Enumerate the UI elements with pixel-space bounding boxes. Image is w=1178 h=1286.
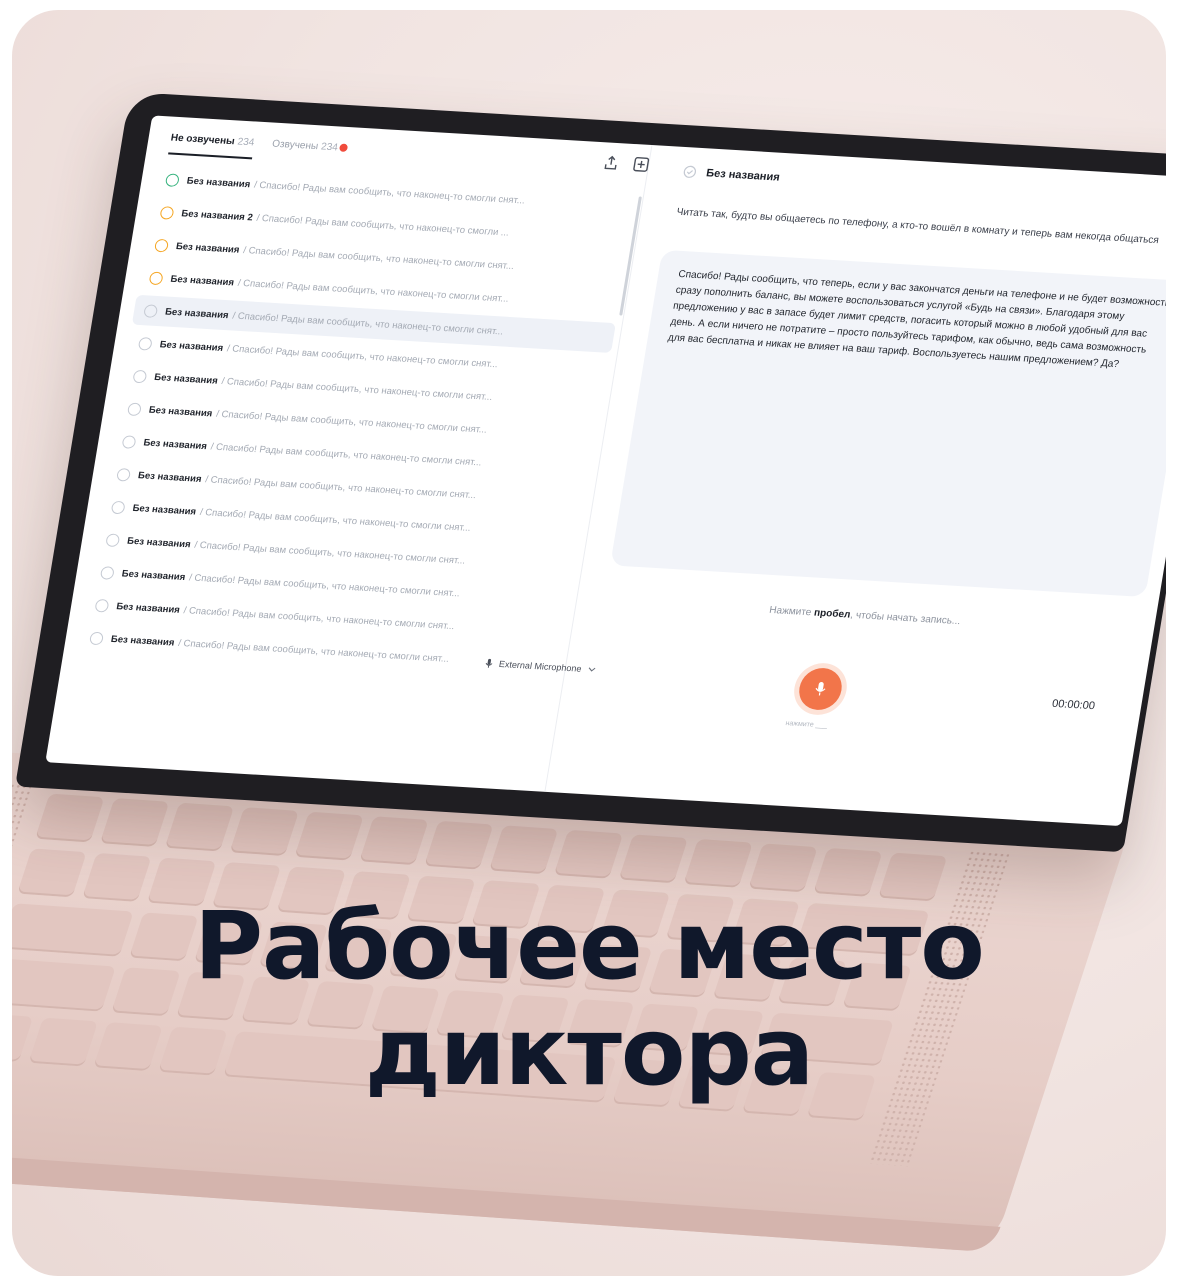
list-item-preview: / Спасибо! Рады вам сообщить, что наконе… [188,571,461,599]
list-item-preview: / Спасибо! Рады вам сообщить, что наконе… [199,506,472,534]
record-button-caption: нажмите ___ [784,720,828,730]
record-button[interactable] [796,666,845,712]
list-item-title: Без названия [186,175,252,190]
list-item-title: Без названия [131,502,197,518]
clock-icon [148,271,164,285]
clock-icon [154,238,170,252]
keyboard-key [229,807,300,857]
list-item-preview: / Спасибо! Рады вам сообщить, что наконе… [242,244,515,272]
check-circle-icon [164,172,180,187]
list-item-title: Без названия [164,306,230,321]
status-circle-icon [89,631,105,645]
list-item-preview: / Спасибо! Рады вам сообщить, что наконе… [193,539,467,567]
list-item-title: Без названия [137,469,203,485]
status-check-icon [683,165,697,178]
tab-label: Не озвучены [169,132,236,148]
keyboard-key [813,847,883,897]
keyboard-key [17,848,87,898]
list-item-title: Без названия [158,338,225,354]
headline-line-1: Рабочее место [194,892,985,1001]
tab-count: 234 [236,136,256,149]
keyboard-key [618,834,689,884]
keyboard-key [488,825,559,875]
status-circle-icon [126,401,143,416]
laptop-base-edge [12,1145,1001,1253]
list-item-preview: / Спасибо! Рады вам сообщить, что наконе… [215,408,488,436]
tab-not-voiced[interactable]: Не озвучены234 [168,132,256,160]
list-item-preview: / Спасибо! Рады вам сообщить, что наконе… [231,310,505,338]
status-circle-icon [110,500,126,514]
tab-voiced[interactable]: Озвучены234 [269,138,349,165]
list-item-title: Без названия [153,371,219,387]
status-circle-icon [105,532,121,547]
list-item-preview: / Спасибо! Рады вам сообщить, что наконе… [177,637,450,665]
tab-count: 234 [320,141,339,154]
list-item-preview: / Спасибо! Рады вам сообщить, что наконе… [182,604,456,632]
keyboard-key [683,838,753,888]
hint-text: Нажмите [768,604,813,619]
microphone-icon [815,682,826,696]
status-circle-icon [132,369,148,383]
document-header: Без названия [682,165,781,184]
status-circle-icon [137,336,153,351]
promo-background: Не озвучены234 Озвучены234 Без названия … [12,10,1166,1276]
script-text: Спасибо! Рады сообщить, что теперь, если… [667,268,1166,371]
document-title: Без названия [705,166,781,184]
status-circle-icon [116,467,132,482]
headline-line-2: диктора [364,998,814,1107]
keyboard-key [99,798,170,847]
list-item-title: Без названия [169,273,235,288]
list-item-preview: / Спасибо! Рады вам сообщить, что наконе… [204,473,477,501]
list-item-title: Без названия [142,436,208,452]
list-toolbar [602,154,651,173]
keyboard-key [424,820,494,870]
status-circle-icon [121,434,137,449]
list-item-title: Без названия [175,240,241,256]
keyboard-key [35,793,105,843]
microphone-icon [485,658,493,668]
list-item-preview: / Спасибо! Рады вам сообщить, что наконе… [220,375,494,403]
status-circle-icon [99,565,115,580]
hint-text-end: , чтобы начать запись... [849,609,962,628]
upload-icon[interactable] [602,154,621,171]
tabs: Не озвучены234 Озвучены234 [168,132,349,165]
list-item-preview: / Спасибо! Рады вам сообщить, что наконе… [253,179,526,207]
keyboard-key [164,802,235,852]
list-item-preview: / Спасибо! Рады вам сообщить, что наконе… [237,277,510,305]
chevron-down-icon [588,667,595,672]
keyboard-key [359,816,429,866]
status-circle-icon [94,598,110,613]
list-item-title: Без названия [148,404,214,419]
list-item-title: Без названия [115,600,181,616]
hint-key: пробел [813,607,852,621]
recording-timer: 00:00:00 [1051,697,1096,713]
list-item-title: Без названия [110,633,176,649]
alert-badge-icon [339,143,349,152]
record-hint: Нажмите пробел, чтобы начать запись... [575,593,1154,638]
list-item-title: Без названия [126,535,192,550]
list-item-preview: / Спасибо! Рады вам сообщить, что наконе… [226,342,499,370]
status-circle-icon [143,303,159,318]
list-item-preview: / Спасибо! Рады вам сообщить, что наконе… [209,440,483,468]
keyboard-key [748,843,818,893]
laptop-lid: Не озвучены234 Озвучены234 Без названия … [15,92,1166,853]
list-item-title: Без названия [120,567,187,583]
list-item-title: Без названия 2 [180,207,254,223]
recordings-list: Без названия / Спасибо! Рады вам сообщить… [77,164,637,684]
reading-instruction: Читать так, будто вы общаетесь по телефо… [675,206,1160,247]
keyboard-key [553,829,624,879]
keyboard-key [294,811,364,861]
promo-headline: Рабочее место диктора [12,894,1166,1106]
clock-icon [159,205,175,220]
recording-detail-pane: Без названия Читать так, будто вы общает… [485,145,1166,826]
app-screen: Не озвучены234 Озвучены234 Без названия … [45,115,1166,827]
list-item-preview: / Спасибо! Рады вам сообщить, что наконе… [255,212,510,239]
script-text-box: Спасибо! Рады сообщить, что теперь, если… [610,249,1166,598]
tab-label: Озвучены [271,138,319,153]
